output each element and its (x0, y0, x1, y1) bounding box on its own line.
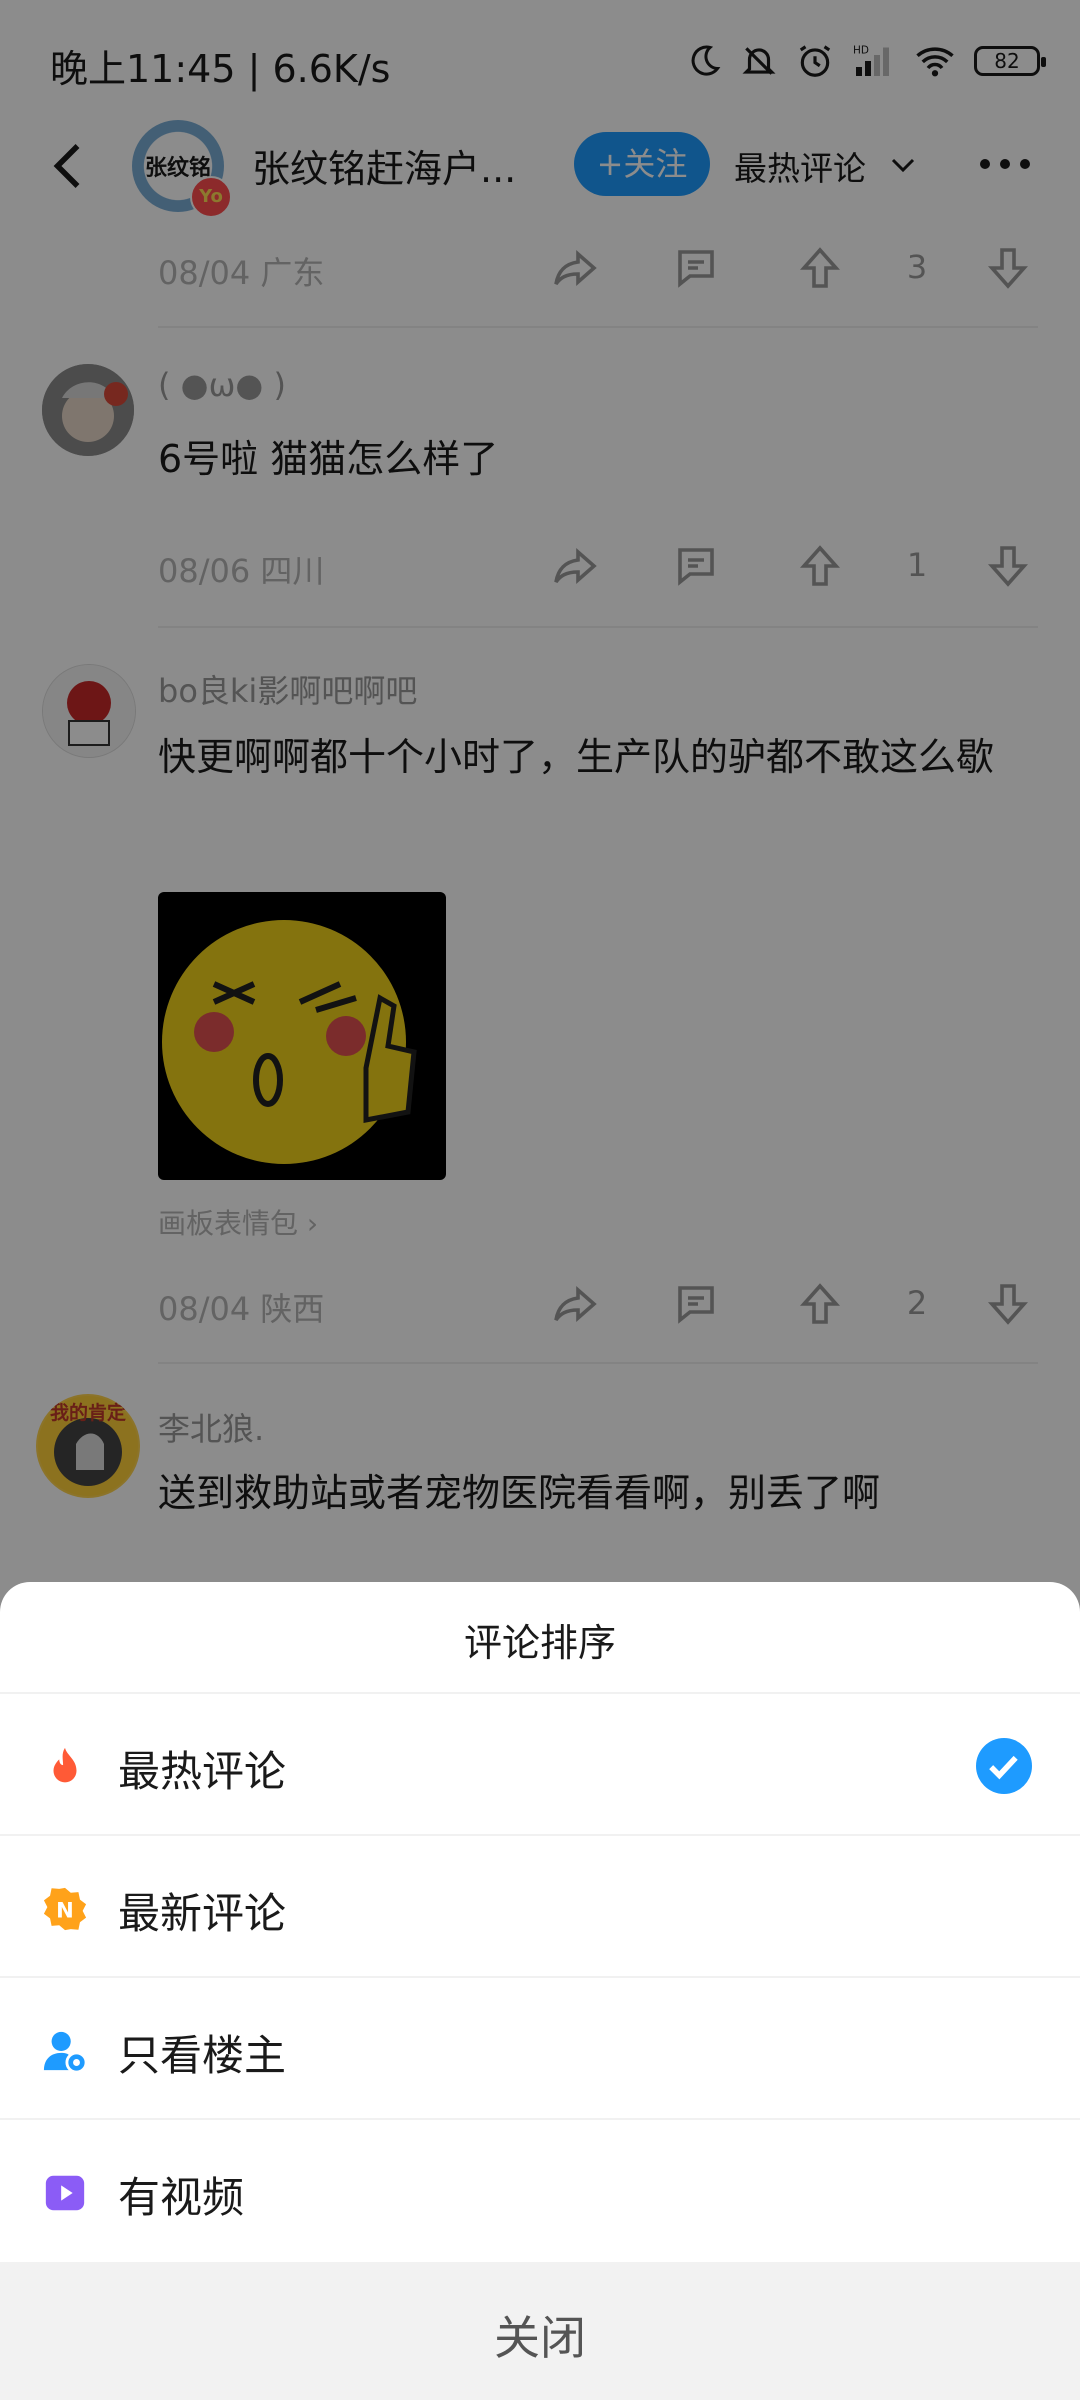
sort-option-label: 有视频 (118, 2173, 245, 2222)
close-label: 关闭 (494, 2311, 586, 2365)
close-button[interactable]: 关闭 (0, 2262, 1080, 2400)
sheet-title: 评论排序 (463, 1621, 616, 1665)
svg-text:N: N (56, 1898, 74, 1923)
sort-option-video[interactable]: 有视频 (0, 2118, 1080, 2260)
video-icon (45, 2175, 85, 2211)
app-screen: 晚上11:45 | 6.6K/s HD 82 张纹铭 Yo 张纹铭赶海户... … (0, 0, 1080, 2400)
flame-icon (53, 1747, 77, 1783)
sort-option-op-only[interactable]: 只看楼主 (0, 1976, 1080, 2118)
sort-option-label: 最热评论 (118, 1747, 287, 1796)
sort-option-new[interactable]: N 最新评论 (0, 1834, 1080, 1976)
check-circle-icon (976, 1738, 1032, 1794)
new-badge-icon: N (43, 1887, 87, 1931)
sort-bottom-sheet: 评论排序 最热评论 N 最新评论 只看楼主 有视频 关闭 (0, 1582, 1080, 2400)
sort-option-label: 只看楼主 (118, 2031, 287, 2080)
sort-option-hot[interactable]: 最热评论 (0, 1692, 1080, 1834)
user-eye-icon (43, 2031, 88, 2074)
sort-option-label: 最新评论 (118, 1889, 287, 1938)
